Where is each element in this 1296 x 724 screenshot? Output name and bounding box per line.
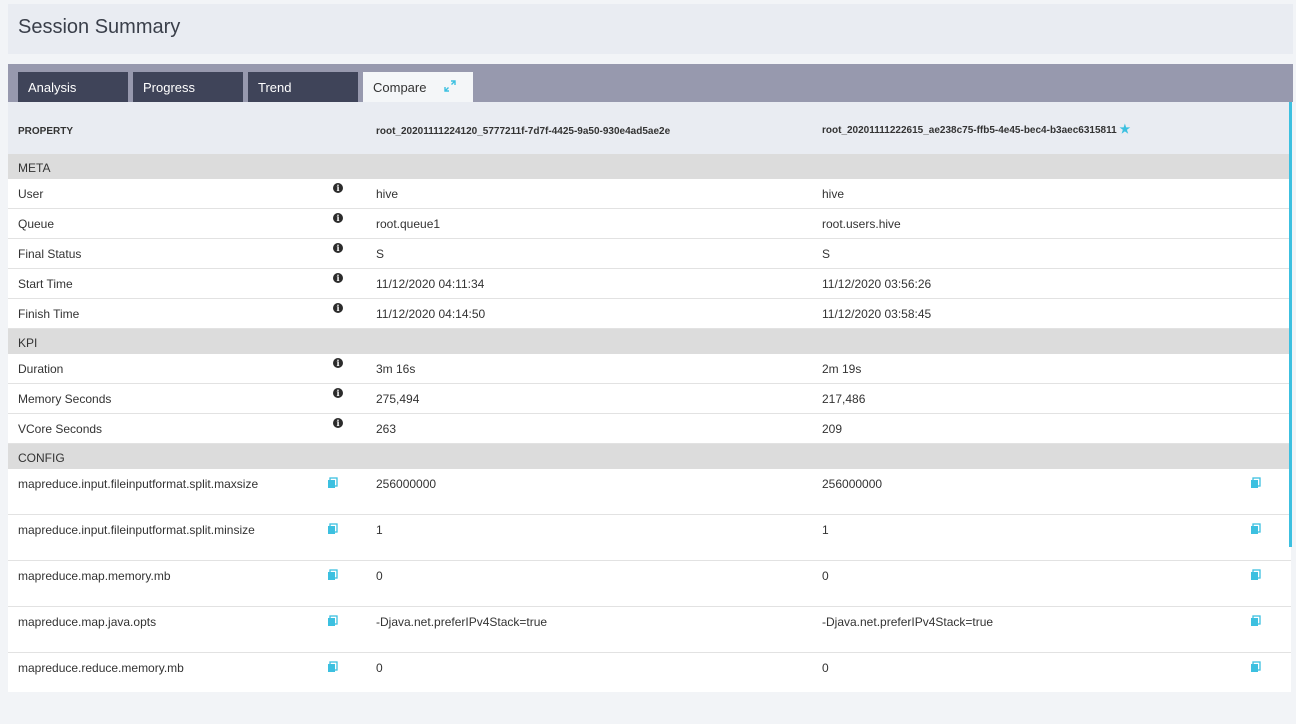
table-row: Queue i root.queue1 root.users.hive (8, 209, 1291, 239)
scrollbar[interactable] (1289, 102, 1292, 547)
column-header-app1: root_20201111224120_5777211f-7d7f-4425-9… (376, 126, 671, 137)
app2-value: S (822, 247, 831, 261)
expand-icon[interactable] (443, 79, 457, 93)
section-label: META (18, 161, 51, 175)
column-header-app2-label: root_20201111222615_ae238c75-ffb5-4e45-b… (822, 125, 1117, 136)
info-icon[interactable]: i (333, 418, 343, 428)
property-name: mapreduce.map.java.opts (18, 615, 157, 629)
section-config: CONFIG (8, 444, 1291, 469)
info-icon[interactable]: i (333, 303, 343, 313)
property-name: mapreduce.input.fileinputformat.split.ma… (18, 477, 259, 491)
property-name: mapreduce.input.fileinputformat.split.mi… (18, 523, 255, 537)
table-row: mapreduce.input.fileinputformat.split.mi… (8, 515, 1291, 561)
info-icon[interactable]: i (333, 243, 343, 253)
tab-trend[interactable]: Trend (248, 72, 358, 102)
table-row: mapreduce.map.memory.mb 0 0 (8, 561, 1291, 607)
copy-icon[interactable] (327, 523, 339, 535)
app2-value: hive (822, 187, 845, 201)
app1-value: S (376, 247, 385, 261)
copy-icon[interactable] (1250, 477, 1262, 489)
copy-icon[interactable] (327, 477, 339, 489)
property-name: Final Status (18, 247, 82, 261)
app2-value: 11/12/2020 03:56:26 (822, 277, 932, 291)
app1-value: 0 (376, 569, 383, 583)
property-name: Finish Time (18, 307, 80, 321)
table-row: Memory Seconds i 275,494 217,486 (8, 384, 1291, 414)
info-icon[interactable]: i (333, 388, 343, 398)
info-icon[interactable]: i (333, 183, 343, 193)
table-row: VCore Seconds i 263 209 (8, 414, 1291, 444)
app1-value: 1 (376, 523, 383, 537)
app2-value: 1 (822, 523, 829, 537)
table-row: Start Time i 11/12/2020 04:11:34 11/12/2… (8, 269, 1291, 299)
copy-icon[interactable] (1250, 569, 1262, 581)
info-icon[interactable]: i (333, 213, 343, 223)
property-name: mapreduce.map.memory.mb (18, 569, 171, 583)
app1-value: 0 (376, 661, 383, 675)
app2-value: 217,486 (822, 392, 866, 406)
property-name: Queue (18, 217, 55, 231)
property-name: Start Time (18, 277, 73, 291)
info-icon[interactable]: i (333, 273, 343, 283)
property-name: Duration (18, 362, 64, 376)
section-meta: META (8, 154, 1291, 179)
property-name: Memory Seconds (18, 392, 112, 406)
table-row: mapreduce.map.java.opts -Djava.net.prefe… (8, 607, 1291, 653)
app1-value: 275,494 (376, 392, 420, 406)
info-icon[interactable]: i (333, 358, 343, 368)
table-row: Final Status i S S (8, 239, 1291, 269)
table-row: User i hive hive (8, 179, 1291, 209)
app2-value: 256000000 (822, 477, 883, 491)
app1-value: 11/12/2020 04:14:50 (376, 307, 486, 321)
tab-compare[interactable]: Compare (363, 72, 473, 102)
app2-value: 11/12/2020 03:58:45 (822, 307, 932, 321)
app2-value: 209 (822, 422, 843, 436)
app1-value: -Djava.net.preferIPv4Stack=true (376, 615, 548, 629)
app2-value: 0 (822, 569, 829, 583)
app2-value: -Djava.net.preferIPv4Stack=true (822, 615, 994, 629)
app1-value: 3m 16s (376, 362, 416, 376)
copy-icon[interactable] (327, 661, 339, 673)
app1-value: 263 (376, 422, 397, 436)
table-header: PROPERTY root_20201111224120_5777211f-7d… (8, 102, 1291, 154)
compare-table: PROPERTY root_20201111224120_5777211f-7d… (8, 102, 1291, 692)
copy-icon[interactable] (327, 615, 339, 627)
column-header-app2: root_20201111222615_ae238c75-ffb5-4e45-b… (822, 122, 1130, 136)
copy-icon[interactable] (1250, 661, 1262, 673)
page-header: Session Summary (8, 4, 1293, 54)
table-row: Duration i 3m 16s 2m 19s (8, 354, 1291, 384)
table-row: Finish Time i 11/12/2020 04:14:50 11/12/… (8, 299, 1291, 329)
table-row: mapreduce.input.fileinputformat.split.ma… (8, 469, 1291, 515)
page-title: Session Summary (18, 16, 181, 38)
copy-icon[interactable] (1250, 615, 1262, 627)
app1-value: 11/12/2020 04:11:34 (376, 277, 485, 291)
app1-value: hive (376, 187, 399, 201)
tab-strip: Analysis Progress Trend Compare (8, 64, 1293, 102)
section-label: KPI (18, 336, 38, 350)
section-label: CONFIG (18, 451, 65, 465)
tab-compare-label: Compare (373, 80, 427, 95)
column-header-property: PROPERTY (18, 126, 74, 137)
copy-icon[interactable] (1250, 523, 1262, 535)
property-name: VCore Seconds (18, 422, 103, 436)
tab-progress[interactable]: Progress (133, 72, 243, 102)
copy-icon[interactable] (327, 569, 339, 581)
table-row: mapreduce.reduce.memory.mb 0 0 (8, 653, 1291, 692)
app1-value: root.queue1 (376, 217, 441, 231)
app2-value: root.users.hive (822, 217, 901, 231)
app2-value: 2m 19s (822, 362, 862, 376)
property-name: User (18, 187, 44, 201)
app1-value: 256000000 (376, 477, 437, 491)
property-name: mapreduce.reduce.memory.mb (18, 661, 184, 675)
section-kpi: KPI (8, 329, 1291, 354)
app2-value: 0 (822, 661, 829, 675)
star-icon: ★ (1119, 122, 1131, 136)
tab-analysis[interactable]: Analysis (18, 72, 128, 102)
